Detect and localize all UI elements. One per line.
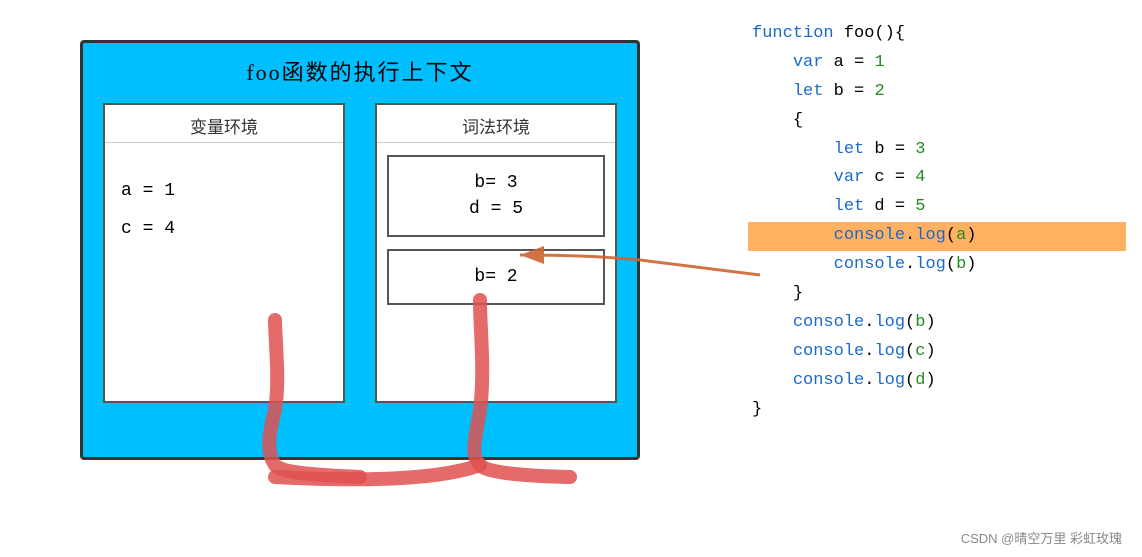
dot-8: . bbox=[905, 255, 915, 274]
var-c: c = 4 bbox=[121, 219, 327, 239]
code-text-2: b bbox=[823, 82, 854, 101]
val-4: 3 bbox=[915, 140, 925, 159]
console-method-11: log bbox=[874, 342, 905, 361]
context-title: foo函数的执行上下文 bbox=[83, 55, 637, 87]
code-text-6: d bbox=[864, 197, 895, 216]
console-arg-11: c bbox=[915, 342, 925, 361]
close-paren-12: ) bbox=[925, 371, 935, 390]
var-env-content: a = 1 c = 4 bbox=[105, 143, 343, 277]
lexical-env-panel: 词法环境 b= 3 d = 5 b= 2 bbox=[375, 103, 617, 403]
lex-var-b3: b= 3 bbox=[399, 173, 593, 193]
kw-var-5: var bbox=[834, 168, 865, 187]
dot-7: . bbox=[905, 226, 915, 245]
diagram-area: foo函数的执行上下文 变量环境 a = 1 c = 4 词法环境 b= 3 d… bbox=[80, 40, 640, 500]
watermark: CSDN @晴空万里 彩虹玫瑰 bbox=[961, 528, 1122, 547]
paren-12: ( bbox=[905, 371, 915, 390]
code-line-11: console.log(c) bbox=[752, 338, 1122, 367]
console-arg-7: a bbox=[956, 226, 966, 245]
var-a: a = 1 bbox=[121, 181, 327, 201]
close-paren-8: ) bbox=[966, 255, 976, 274]
dot-10: . bbox=[864, 313, 874, 332]
lex-env-title: 词法环境 bbox=[377, 105, 615, 143]
eq-5: = bbox=[895, 168, 915, 187]
code-text-4: b bbox=[864, 140, 895, 159]
console-kw-11: console bbox=[793, 342, 864, 361]
console-arg-12: d bbox=[915, 371, 925, 390]
code-line-10: console.log(b) bbox=[752, 309, 1122, 338]
paren-10: ( bbox=[905, 313, 915, 332]
console-kw-12: console bbox=[793, 371, 864, 390]
console-method-7: log bbox=[915, 226, 946, 245]
console-kw-8: console bbox=[834, 255, 905, 274]
console-method-8: log bbox=[915, 255, 946, 274]
variable-env-panel: 变量环境 a = 1 c = 4 bbox=[103, 103, 345, 403]
kw-let-2: let bbox=[793, 82, 824, 101]
code-line-12: console.log(d) bbox=[752, 367, 1122, 396]
eq-2: = bbox=[854, 82, 874, 101]
paren-11: ( bbox=[905, 342, 915, 361]
paren-7: ( bbox=[946, 226, 956, 245]
lex-sub-box-2: b= 2 bbox=[387, 249, 605, 305]
code-line-6: let d = 5 bbox=[752, 193, 1122, 222]
val-5: 4 bbox=[915, 168, 925, 187]
close-paren-7: ) bbox=[966, 226, 976, 245]
lex-var-b2: b= 2 bbox=[399, 267, 593, 287]
eq-6: = bbox=[895, 197, 915, 216]
val-2: 2 bbox=[874, 82, 884, 101]
var-env-title: 变量环境 bbox=[105, 105, 343, 143]
code-line-3: { bbox=[752, 107, 1122, 136]
console-kw-7: console bbox=[834, 226, 905, 245]
console-arg-10: b bbox=[915, 313, 925, 332]
code-line-7: console.log(a) bbox=[748, 222, 1126, 251]
code-line-8: console.log(b) bbox=[752, 251, 1122, 280]
kw-let-4: let bbox=[834, 140, 865, 159]
code-line-13: } bbox=[752, 396, 1122, 425]
code-line-1: var a = 1 bbox=[752, 49, 1122, 78]
val-1: 1 bbox=[874, 53, 884, 72]
eq-1: = bbox=[854, 53, 874, 72]
console-kw-10: console bbox=[793, 313, 864, 332]
kw-function: function bbox=[752, 24, 834, 43]
paren-8: ( bbox=[946, 255, 956, 274]
dot-12: . bbox=[864, 371, 874, 390]
console-method-12: log bbox=[874, 371, 905, 390]
code-line-2: let b = 2 bbox=[752, 78, 1122, 107]
kw-var-1: var bbox=[793, 53, 824, 72]
close-paren-10: ) bbox=[925, 313, 935, 332]
eq-4: = bbox=[895, 140, 915, 159]
val-6: 5 bbox=[915, 197, 925, 216]
code-line-5: var c = 4 bbox=[752, 164, 1122, 193]
console-arg-8: b bbox=[956, 255, 966, 274]
brace-open: { bbox=[793, 111, 803, 130]
brace-end: } bbox=[752, 400, 762, 419]
close-paren-11: ) bbox=[925, 342, 935, 361]
code-line-4: let b = 3 bbox=[752, 136, 1122, 165]
dot-11: . bbox=[864, 342, 874, 361]
code-text-1: a bbox=[823, 53, 854, 72]
code-area: function foo(){ var a = 1 let b = 2 { le… bbox=[752, 20, 1122, 424]
console-method-10: log bbox=[874, 313, 905, 332]
execution-context-box: foo函数的执行上下文 变量环境 a = 1 c = 4 词法环境 b= 3 d… bbox=[80, 40, 640, 460]
code-line-0: function foo(){ bbox=[752, 20, 1122, 49]
brace-close: } bbox=[793, 284, 803, 303]
code-text-0: foo(){ bbox=[834, 24, 905, 43]
lex-var-d5: d = 5 bbox=[399, 199, 593, 219]
code-line-9: } bbox=[752, 280, 1122, 309]
lex-sub-box-1: b= 3 d = 5 bbox=[387, 155, 605, 237]
code-text-5: c bbox=[864, 168, 895, 187]
kw-let-6: let bbox=[834, 197, 865, 216]
